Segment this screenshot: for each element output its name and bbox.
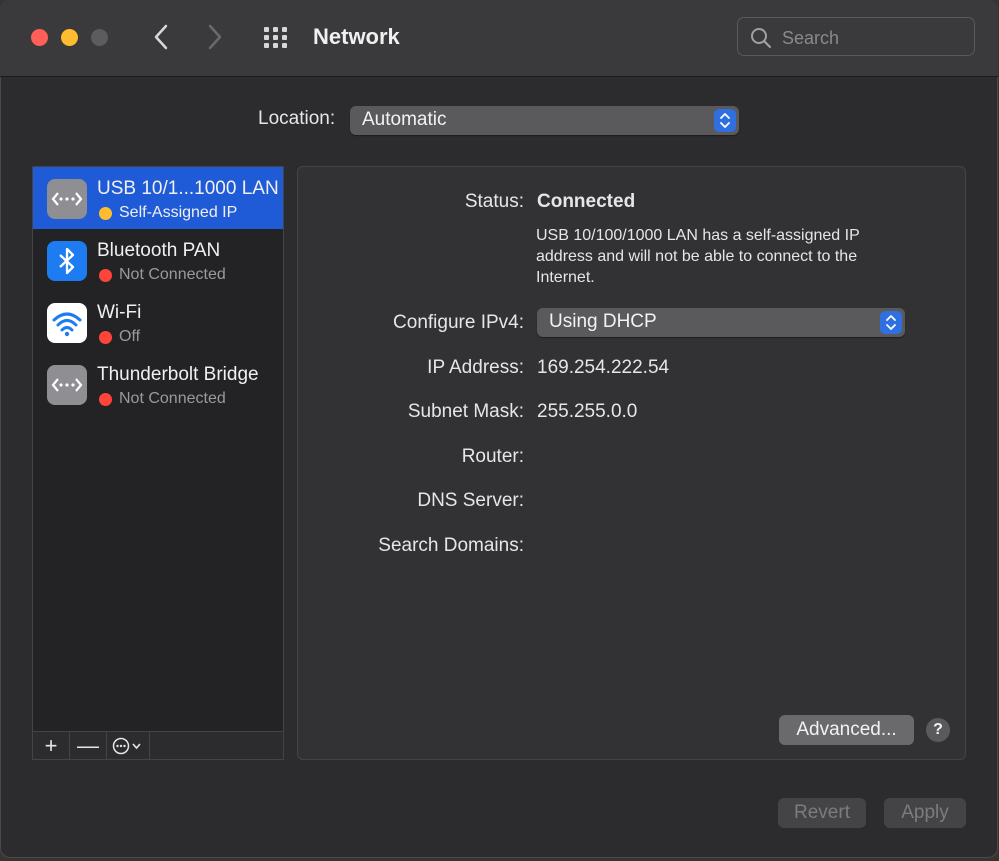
service-item-thunderbolt-bridge[interactable]: Thunderbolt Bridge Not Connected [33, 353, 283, 415]
status-label: Status: [464, 191, 524, 212]
service-list-toolbar: + — [32, 731, 284, 760]
ethernet-icon [47, 179, 87, 219]
minimize-window-button[interactable] [61, 29, 78, 46]
service-status: Off [119, 328, 141, 345]
window-title: Network [313, 24, 400, 49]
location-label: Location: [258, 108, 336, 129]
location-popup[interactable]: Automatic [350, 106, 739, 135]
help-button[interactable]: ? [926, 718, 950, 742]
revert-button[interactable]: Revert [778, 798, 866, 828]
search-domains-label: Search Domains: [378, 535, 524, 556]
configure-ipv4-popup[interactable]: Using DHCP [537, 308, 905, 337]
close-window-button[interactable] [31, 29, 48, 46]
status-dot-icon [99, 269, 112, 282]
add-service-button[interactable]: + [33, 732, 70, 759]
status-value: Connected [537, 191, 636, 212]
back-button[interactable] [146, 22, 176, 52]
service-item-wifi[interactable]: Wi-Fi Off [33, 291, 283, 353]
status-dot-icon [99, 393, 112, 406]
service-name: Bluetooth PAN [97, 240, 221, 261]
wifi-icon [47, 303, 87, 343]
location-value: Automatic [362, 109, 447, 130]
service-item-bluetooth-pan[interactable]: Bluetooth PAN Not Connected [33, 229, 283, 291]
network-window: Network Location: Automatic USB 10/1...1… [0, 0, 998, 858]
show-all-grid-icon[interactable] [262, 25, 292, 51]
ip-address-label: IP Address: [427, 357, 524, 378]
chevron-left-icon [154, 24, 168, 50]
bluetooth-icon [47, 241, 87, 281]
service-name: USB 10/1...1000 LAN [97, 178, 279, 199]
service-status: Self-Assigned IP [119, 204, 238, 221]
service-status: Not Connected [119, 266, 226, 283]
service-status: Not Connected [119, 390, 226, 407]
remove-service-button[interactable]: — [70, 732, 107, 759]
status-dot-icon [99, 207, 112, 220]
configure-ipv4-label: Configure IPv4: [393, 312, 524, 333]
service-name: Wi-Fi [97, 302, 142, 323]
dns-server-label: DNS Server: [417, 490, 524, 511]
status-dot-icon [99, 331, 112, 344]
search-field[interactable] [737, 17, 975, 56]
subnet-mask-value: 255.255.0.0 [537, 401, 638, 422]
chevron-right-icon [208, 24, 222, 50]
zoom-window-button[interactable] [91, 29, 108, 46]
forward-button[interactable] [200, 22, 230, 52]
advanced-button[interactable]: Advanced... [779, 715, 914, 745]
service-name: Thunderbolt Bridge [97, 364, 259, 385]
search-icon [751, 28, 772, 49]
search-input[interactable] [780, 24, 964, 52]
action-menu-button[interactable] [107, 732, 150, 759]
service-list: USB 10/1...1000 LAN Self-Assigned IP Blu… [32, 166, 284, 759]
apply-button[interactable]: Apply [884, 798, 966, 828]
service-item-usb-lan[interactable]: USB 10/1...1000 LAN Self-Assigned IP [33, 167, 283, 229]
up-down-chevron-icon [880, 311, 902, 334]
configure-ipv4-value: Using DHCP [549, 311, 657, 332]
up-down-chevron-icon [714, 109, 736, 132]
status-description: USB 10/100/1000 LAN has a self-assigned … [536, 227, 860, 286]
ellipsis-circle-icon [112, 737, 141, 754]
title-bar: Network [0, 0, 998, 77]
router-label: Router: [461, 446, 524, 467]
subnet-mask-label: Subnet Mask: [407, 401, 524, 422]
ethernet-icon [47, 365, 87, 405]
ip-address-value: 169.254.222.54 [537, 357, 670, 378]
